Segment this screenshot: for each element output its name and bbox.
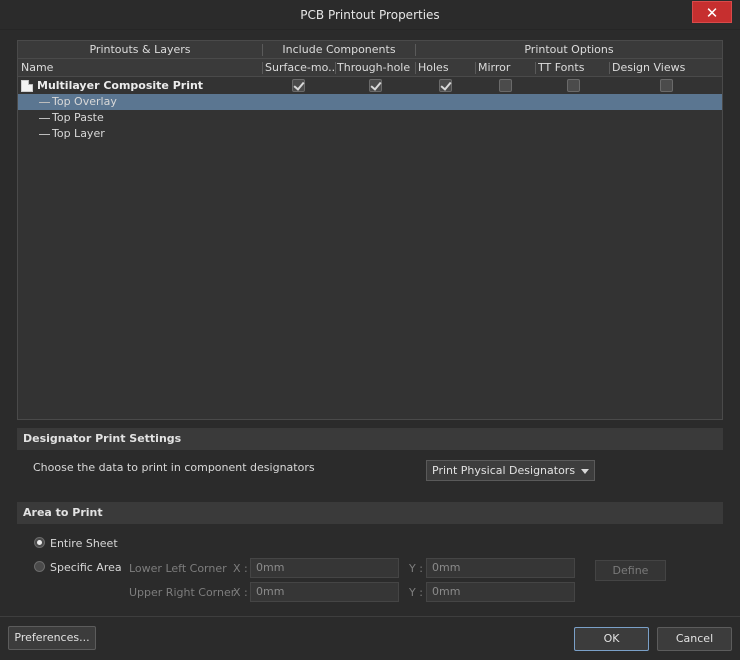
lower-left-y-label: Y : (409, 562, 423, 575)
close-button[interactable]: ✕ (692, 1, 732, 23)
upper-right-corner-label: Upper Right Corner (129, 586, 236, 599)
lower-left-corner-label: Lower Left Corner (129, 562, 227, 575)
header-separator (335, 62, 336, 74)
mirror-checkbox[interactable] (499, 79, 512, 92)
header-separator (535, 62, 536, 74)
tree-connector (39, 134, 50, 135)
header-separator (475, 62, 476, 74)
col-header-mirror[interactable]: Mirror (478, 59, 534, 77)
entire-sheet-radio[interactable] (34, 537, 45, 548)
layer-row-top-overlay[interactable]: Top Overlay (18, 94, 722, 110)
tt-fonts-checkbox[interactable] (567, 79, 580, 92)
layer-row-top-layer[interactable]: Top Layer (18, 126, 722, 142)
printout-name: Multilayer Composite Print (37, 79, 204, 92)
tree-connector (39, 118, 50, 119)
printout-grid: Printouts & Layers Include Components Pr… (17, 40, 723, 420)
col-header-surface-mount[interactable]: Surface-mo... (265, 59, 335, 77)
window-title: PCB Printout Properties (300, 8, 440, 22)
designator-selected-value: Print Physical Designators (432, 464, 576, 477)
designator-prompt: Choose the data to print in component de… (33, 461, 315, 474)
printout-row[interactable]: Multilayer Composite Print (18, 78, 722, 94)
col-header-design-views[interactable]: Design Views (612, 59, 720, 77)
layer-name: Top Overlay (52, 95, 117, 108)
layer-row-top-paste[interactable]: Top Paste (18, 110, 722, 126)
lower-left-x-input[interactable]: 0mm (250, 558, 399, 578)
through-hole-checkbox[interactable] (369, 79, 382, 92)
document-icon (21, 80, 33, 92)
col-header-holes[interactable]: Holes (418, 59, 474, 77)
upper-right-x-input[interactable]: 0mm (250, 582, 399, 602)
chevron-down-icon (581, 469, 589, 474)
lower-left-y-input[interactable]: 0mm (426, 558, 575, 578)
upper-right-y-label: Y : (409, 586, 423, 599)
cancel-button[interactable]: Cancel (657, 627, 732, 651)
preferences-button[interactable]: Preferences... (8, 626, 96, 650)
holes-checkbox[interactable] (439, 79, 452, 92)
tree-connector (39, 102, 50, 103)
layer-name: Top Layer (52, 127, 105, 140)
define-button[interactable]: Define (595, 560, 666, 581)
group-header-printouts: Printouts & Layers (89, 43, 191, 56)
group-header-components: Include Components (282, 43, 396, 56)
lower-left-x-label: X : (233, 562, 248, 575)
designator-dropdown[interactable]: Print Physical Designators (426, 460, 595, 481)
header-separator (415, 62, 416, 74)
group-header-options: Printout Options (524, 43, 614, 56)
entire-sheet-label[interactable]: Entire Sheet (50, 537, 118, 550)
header-separator (609, 62, 610, 74)
specific-area-radio[interactable] (34, 561, 45, 572)
group-header-row: Printouts & Layers Include Components Pr… (18, 41, 722, 59)
surface-mount-checkbox[interactable] (292, 79, 305, 92)
col-header-through-hole[interactable]: Through-hole (337, 59, 415, 77)
title-bar: PCB Printout Properties ✕ (0, 0, 740, 30)
design-views-checkbox[interactable] (660, 79, 673, 92)
dialog-footer: Preferences... OK Cancel (0, 616, 740, 660)
layer-name: Top Paste (52, 111, 104, 124)
area-section-header: Area to Print (17, 502, 723, 524)
column-header-row: Name Surface-mo... Through-hole Holes Mi… (18, 59, 722, 77)
header-separator (262, 62, 263, 74)
designator-section-header: Designator Print Settings (17, 428, 723, 450)
upper-right-y-input[interactable]: 0mm (426, 582, 575, 602)
col-header-tt-fonts[interactable]: TT Fonts (538, 59, 608, 77)
ok-button[interactable]: OK (574, 627, 649, 651)
upper-right-x-label: X : (233, 586, 248, 599)
col-header-name[interactable]: Name (21, 59, 259, 77)
specific-area-label[interactable]: Specific Area (50, 561, 122, 574)
